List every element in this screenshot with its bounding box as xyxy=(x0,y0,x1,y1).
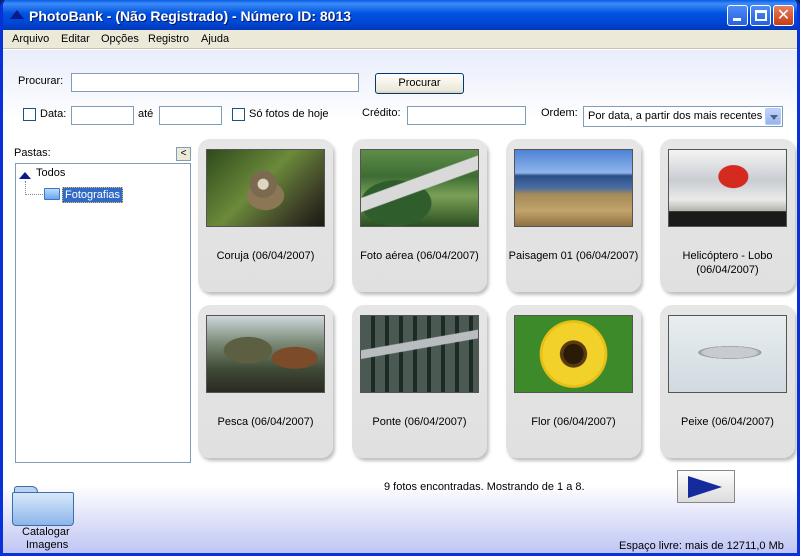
photo-thumbnail-landscape[interactable] xyxy=(514,149,633,227)
collapse-panel-button[interactable]: < xyxy=(176,147,191,161)
photo-card[interactable]: Peixe (06/04/2007) xyxy=(660,305,795,458)
photo-card[interactable]: Flor (06/04/2007) xyxy=(506,305,641,458)
credit-label: Crédito: xyxy=(362,107,401,119)
menu-opcoes[interactable]: Opções xyxy=(101,33,139,45)
photo-caption: Flor (06/04/2007) xyxy=(531,416,616,428)
photo-caption: Helicóptero - Lobo (06/04/2007) xyxy=(682,250,773,276)
photo-thumbnail-flower[interactable] xyxy=(514,315,633,393)
menu-registro[interactable]: Registro xyxy=(148,33,189,45)
menu-bar: Arquivo Editar Opções Registro Ajuda xyxy=(3,30,797,49)
photo-caption: Ponte (06/04/2007) xyxy=(372,416,467,428)
folder-tree: Todos Fotografias xyxy=(15,163,191,463)
photobank-logo-icon xyxy=(19,172,31,179)
catalog-folder-icon xyxy=(12,492,74,526)
date-from-field[interactable] xyxy=(71,106,134,125)
date-to-field[interactable] xyxy=(159,106,222,125)
photo-caption: Coruja (06/04/2007) xyxy=(216,250,315,262)
tree-item-todos[interactable]: Todos xyxy=(36,167,65,179)
until-label: até xyxy=(138,108,154,120)
catalog-label-line2[interactable]: Imagens xyxy=(26,539,68,551)
minimize-icon xyxy=(733,18,741,21)
results-count: 9 fotos encontradas. Mostrando de 1 a 8. xyxy=(384,481,585,493)
search-button[interactable]: Procurar xyxy=(375,73,464,94)
minimize-button[interactable] xyxy=(727,5,748,26)
photo-thumbnail-fish[interactable] xyxy=(668,315,787,393)
search-label: Procurar: xyxy=(18,75,64,87)
photo-thumbnail-fishing[interactable] xyxy=(206,315,325,393)
photo-card[interactable]: Pesca (06/04/2007) xyxy=(198,305,333,458)
maximize-button[interactable] xyxy=(750,5,771,26)
menu-editar[interactable]: Editar xyxy=(61,33,90,45)
photo-caption: Foto aérea (06/04/2007) xyxy=(360,250,479,262)
folders-label: Pastas: xyxy=(14,147,51,159)
order-select[interactable]: Por data, a partir dos mais recentes xyxy=(583,106,783,127)
photo-caption: Paisagem 01 (06/04/2007) xyxy=(508,250,639,262)
photo-caption: Pesca (06/04/2007) xyxy=(217,416,314,428)
today-only-label: Só fotos de hoje xyxy=(249,108,329,120)
tree-item-fotografias[interactable]: Fotografias xyxy=(62,187,124,203)
next-page-button[interactable] xyxy=(677,470,735,503)
folder-icon xyxy=(44,188,60,200)
search-input[interactable] xyxy=(71,73,359,92)
photo-card[interactable]: Paisagem 01 (06/04/2007) xyxy=(506,139,641,292)
tree-connector xyxy=(25,181,26,195)
free-space-status: Espaço livre: mais de 12711,0 Mb xyxy=(619,540,784,552)
photo-card[interactable]: Helicóptero - Lobo (06/04/2007) xyxy=(660,139,795,292)
photo-card[interactable]: Foto aérea (06/04/2007) xyxy=(352,139,487,292)
photo-thumbnail-owl[interactable] xyxy=(206,149,325,227)
catalog-images-button[interactable] xyxy=(12,486,74,526)
catalog-label-line1[interactable]: Catalogar xyxy=(22,526,70,538)
title-bar[interactable]: PhotoBank - (Não Registrado) - Número ID… xyxy=(3,0,797,30)
close-icon: ✕ xyxy=(776,7,791,24)
next-page-arrow-icon xyxy=(688,476,722,498)
photo-caption: Peixe (06/04/2007) xyxy=(681,416,774,428)
photo-thumbnail-aerial[interactable] xyxy=(360,149,479,227)
photo-thumbnail-bridge[interactable] xyxy=(360,315,479,393)
menu-ajuda[interactable]: Ajuda xyxy=(201,33,229,45)
order-label: Ordem: xyxy=(541,107,578,119)
menu-arquivo[interactable]: Arquivo xyxy=(12,33,49,45)
window-title: PhotoBank - (Não Registrado) - Número ID… xyxy=(29,8,352,24)
photo-card[interactable]: Ponte (06/04/2007) xyxy=(352,305,487,458)
photobank-logo-icon xyxy=(10,10,24,19)
order-select-value: Por data, a partir dos mais recentes xyxy=(588,110,763,122)
tree-connector xyxy=(25,194,43,195)
photo-card[interactable]: Coruja (06/04/2007) xyxy=(198,139,333,292)
maximize-icon xyxy=(755,10,767,21)
chevron-down-icon[interactable] xyxy=(765,108,781,125)
date-label: Data: xyxy=(40,108,67,120)
photo-thumbnail-helicopter[interactable] xyxy=(668,149,787,227)
date-checkbox[interactable] xyxy=(23,108,36,121)
app-window: PhotoBank - (Não Registrado) - Número ID… xyxy=(0,0,800,556)
main-content: Procurar: Procurar Data: até Só fotos de… xyxy=(3,50,797,553)
credit-field[interactable] xyxy=(407,106,526,125)
close-button[interactable]: ✕ xyxy=(773,5,794,26)
today-only-checkbox[interactable] xyxy=(232,108,245,121)
